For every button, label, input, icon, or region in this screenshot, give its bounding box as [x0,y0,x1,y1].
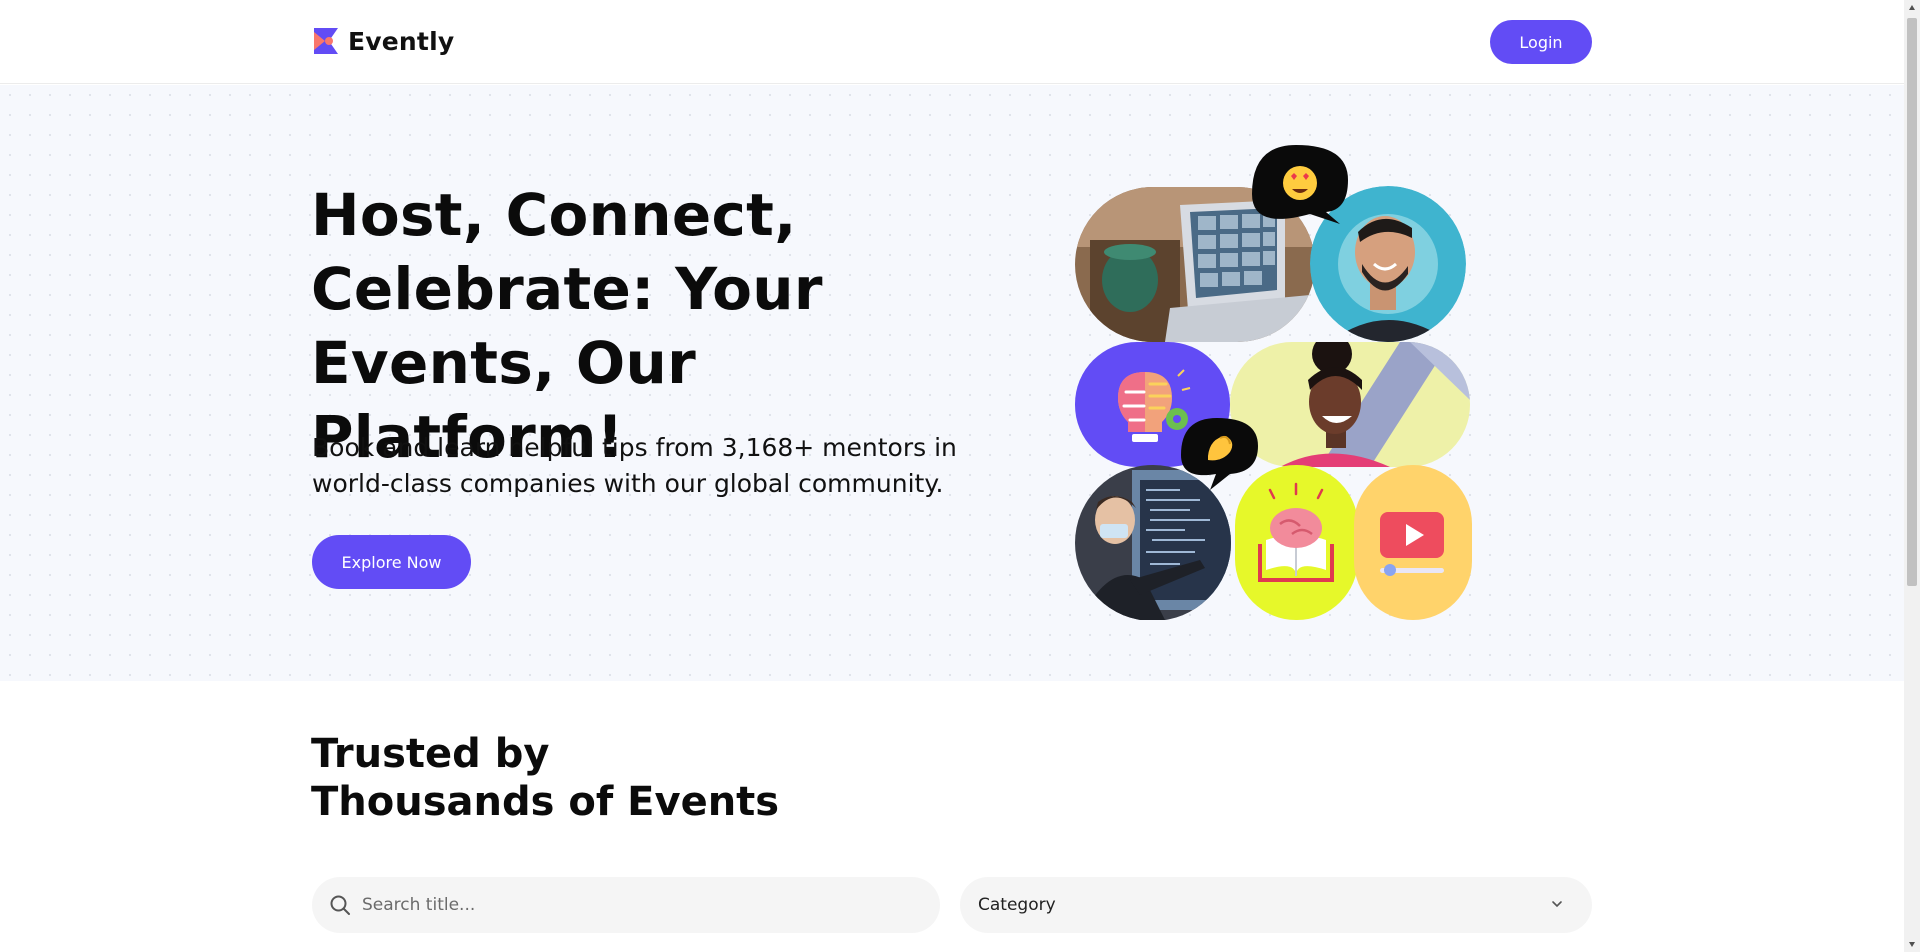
category-select[interactable]: Category [960,877,1592,933]
brand-name: Evently [348,26,455,56]
page-scrollbar[interactable] [1904,0,1920,952]
login-button[interactable]: Login [1490,20,1592,64]
trusted-line-1: Trusted by [311,731,550,777]
explore-now-button[interactable]: Explore Now [312,535,471,589]
brand-logo[interactable]: Evently [312,26,454,56]
search-bar[interactable] [312,877,940,933]
video-play-icon [1354,465,1472,620]
smiling-man-photo [1310,186,1466,342]
scroll-down-arrow-icon[interactable] [1908,940,1916,948]
scrollbar-thumb[interactable] [1907,18,1917,586]
scroll-up-arrow-icon[interactable] [1908,4,1916,12]
brain-book-icon [1235,465,1358,620]
chevron-down-icon [1552,901,1562,908]
presenter-screen-photo [1075,465,1231,621]
trusted-line-2: Thousands of Events [311,779,780,825]
search-icon [330,895,350,915]
evently-logo-icon [314,28,338,54]
search-input[interactable] [362,895,902,915]
laughing-woman-photo [1230,342,1470,467]
site-header: Evently Login [0,0,1904,84]
hero-subtitle: Book and learn helpful tips from 3,168+ … [312,433,957,498]
category-label: Category [978,895,1056,915]
trusted-heading: Trusted by Thousands of Events [311,730,1011,826]
hero-collage [1070,140,1480,621]
